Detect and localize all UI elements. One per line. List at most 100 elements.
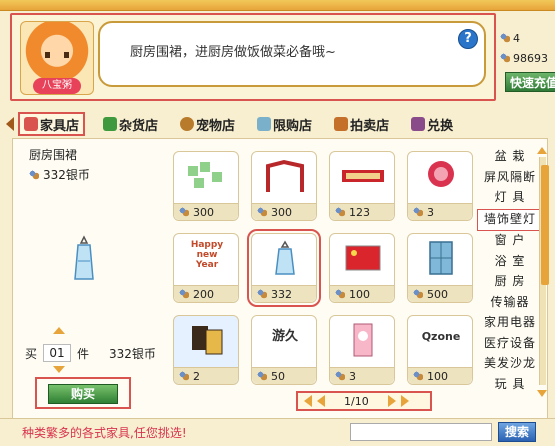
tab-pet[interactable]: 宠物店 — [176, 112, 239, 136]
speech-bubble: 厨房围裙，进厨房做饭做菜必备哦~ ? — [98, 21, 486, 87]
qty-down-arrow-icon[interactable] — [53, 366, 65, 373]
total-price: 332银币 — [109, 346, 156, 361]
tab-furniture[interactable]: 家具店 — [18, 112, 86, 136]
category-item[interactable]: 家用电器 — [477, 313, 543, 334]
shop-panel: 厨房围裙 332银币 买 01 件 332银币 购买 300 300 123 3 — [12, 138, 549, 420]
item-price: 100 — [408, 367, 472, 384]
grid-item[interactable]: 100 — [329, 233, 395, 303]
people-icon — [413, 289, 423, 299]
item-price: 200 — [174, 285, 238, 302]
category-item[interactable]: 医疗设备 — [477, 334, 543, 355]
category-item[interactable]: 玩 具 — [477, 375, 543, 396]
last-page-icon[interactable] — [400, 395, 409, 407]
recharge-button[interactable]: 快速充值 — [505, 72, 555, 92]
qty-prefix: 买 — [25, 346, 38, 361]
paw-icon — [180, 117, 195, 131]
category-item-selected[interactable]: 墙饰壁灯 — [477, 208, 543, 231]
scroll-down-arrow-icon[interactable] — [537, 390, 547, 397]
item-price: 3 — [408, 203, 472, 220]
item-price-value: 332 — [271, 287, 292, 301]
tab-label: 限购店 — [273, 118, 313, 134]
people-icon — [257, 371, 267, 381]
grid-item[interactable]: 3 — [329, 315, 395, 385]
first-page-icon[interactable] — [304, 395, 312, 407]
pink-poster-icon — [353, 323, 373, 357]
item-price-value: 300 — [193, 205, 214, 219]
tab-limited[interactable]: 限购店 — [253, 112, 316, 136]
item-price: 100 — [330, 285, 394, 302]
category-item[interactable]: 美发沙龙 — [477, 354, 543, 375]
grid-item[interactable]: 2 — [173, 315, 239, 385]
item-price: 332 — [252, 285, 316, 302]
category-item[interactable]: 屏风隔断 — [477, 168, 543, 189]
item-price-value: 50 — [271, 369, 285, 383]
grid-item[interactable]: 123 — [329, 151, 395, 221]
page-indicator: 1/10 — [344, 394, 369, 408]
tab-label: 拍卖店 — [350, 118, 390, 134]
category-scrollbar[interactable] — [537, 147, 549, 397]
scroll-up-arrow-icon[interactable] — [537, 147, 547, 154]
red-gate-icon — [266, 159, 304, 192]
category-item[interactable]: 传输器 — [477, 293, 543, 314]
scroll-track[interactable] — [539, 157, 549, 385]
tab-grocery[interactable]: 杂货店 — [99, 112, 162, 136]
buy-button[interactable]: 购买 — [48, 384, 118, 404]
tab-auction[interactable]: 拍卖店 — [330, 112, 393, 136]
buy-button-frame: 购买 — [35, 377, 131, 409]
category-item[interactable]: 浴 室 — [477, 252, 543, 273]
tab-label: 兑换 — [427, 118, 454, 134]
prev-page-icon[interactable] — [317, 395, 325, 407]
grid-item[interactable]: Qzone 100 — [407, 315, 473, 385]
item-price: 3 — [330, 367, 394, 384]
selected-item-name: 厨房围裙 — [29, 148, 78, 162]
category-item[interactable]: 窗 户 — [477, 231, 543, 252]
grid-item[interactable]: Happy new Year 200 — [173, 233, 239, 303]
stat-coins-value: 98693 — [513, 51, 548, 65]
item-price: 2 — [174, 367, 238, 384]
user-stats: 4 98693 — [500, 28, 555, 68]
category-item[interactable]: 灯 具 — [477, 188, 543, 209]
footer-slogan: 种类繁多的各式家具,任您挑选! — [22, 426, 187, 440]
item-price: 300 — [174, 203, 238, 220]
tab-exchange[interactable]: 兑换 — [407, 112, 457, 136]
castle-icon — [411, 117, 426, 131]
picture-frames-icon — [192, 326, 223, 355]
item-price: 500 — [408, 285, 472, 302]
category-item[interactable]: 盆 栽 — [477, 147, 543, 168]
back-arrow-icon[interactable] — [6, 117, 14, 131]
selected-item-price: 332银币 — [29, 166, 90, 183]
people-icon — [335, 289, 345, 299]
avatar-badge: 八宝粥 — [33, 78, 81, 94]
tab-label: 家具店 — [40, 118, 80, 134]
grid-item[interactable]: 300 — [173, 151, 239, 221]
help-button[interactable]: ? — [458, 29, 478, 49]
grid-item[interactable]: 游久 50 — [251, 315, 317, 385]
category-item[interactable]: 厨 房 — [477, 272, 543, 293]
grid-item[interactable]: 500 — [407, 233, 473, 303]
grid-item[interactable]: 300 — [251, 151, 317, 221]
flag-picture-icon — [345, 245, 381, 271]
house-icon — [24, 117, 38, 131]
people-icon — [335, 207, 345, 217]
people-icon — [179, 371, 189, 381]
people-icon — [179, 207, 189, 217]
item-price-value: 2 — [193, 369, 200, 383]
npc-avatar: 八宝粥 — [20, 21, 94, 95]
search-input[interactable] — [350, 423, 492, 441]
apron-icon — [275, 240, 295, 275]
qty-up-arrow-icon[interactable] — [53, 327, 65, 334]
scroll-thumb[interactable] — [541, 165, 549, 285]
people-icon — [335, 371, 345, 381]
stat-count: 4 — [500, 28, 555, 48]
blue-window-icon — [429, 241, 453, 275]
stat-count-value: 4 — [513, 31, 520, 45]
youjiu-sign: 游久 — [271, 329, 298, 344]
item-price-value: 300 — [271, 205, 292, 219]
grid-item[interactable]: 3 — [407, 151, 473, 221]
quantity-input[interactable]: 01 — [43, 344, 72, 362]
next-page-icon[interactable] — [387, 395, 396, 407]
item-price: 123 — [330, 203, 394, 220]
search-button[interactable]: 搜索 — [498, 422, 536, 442]
quantity-row: 买 01 件 332银币 — [25, 344, 156, 362]
grid-item-selected[interactable]: 332 — [247, 229, 321, 307]
